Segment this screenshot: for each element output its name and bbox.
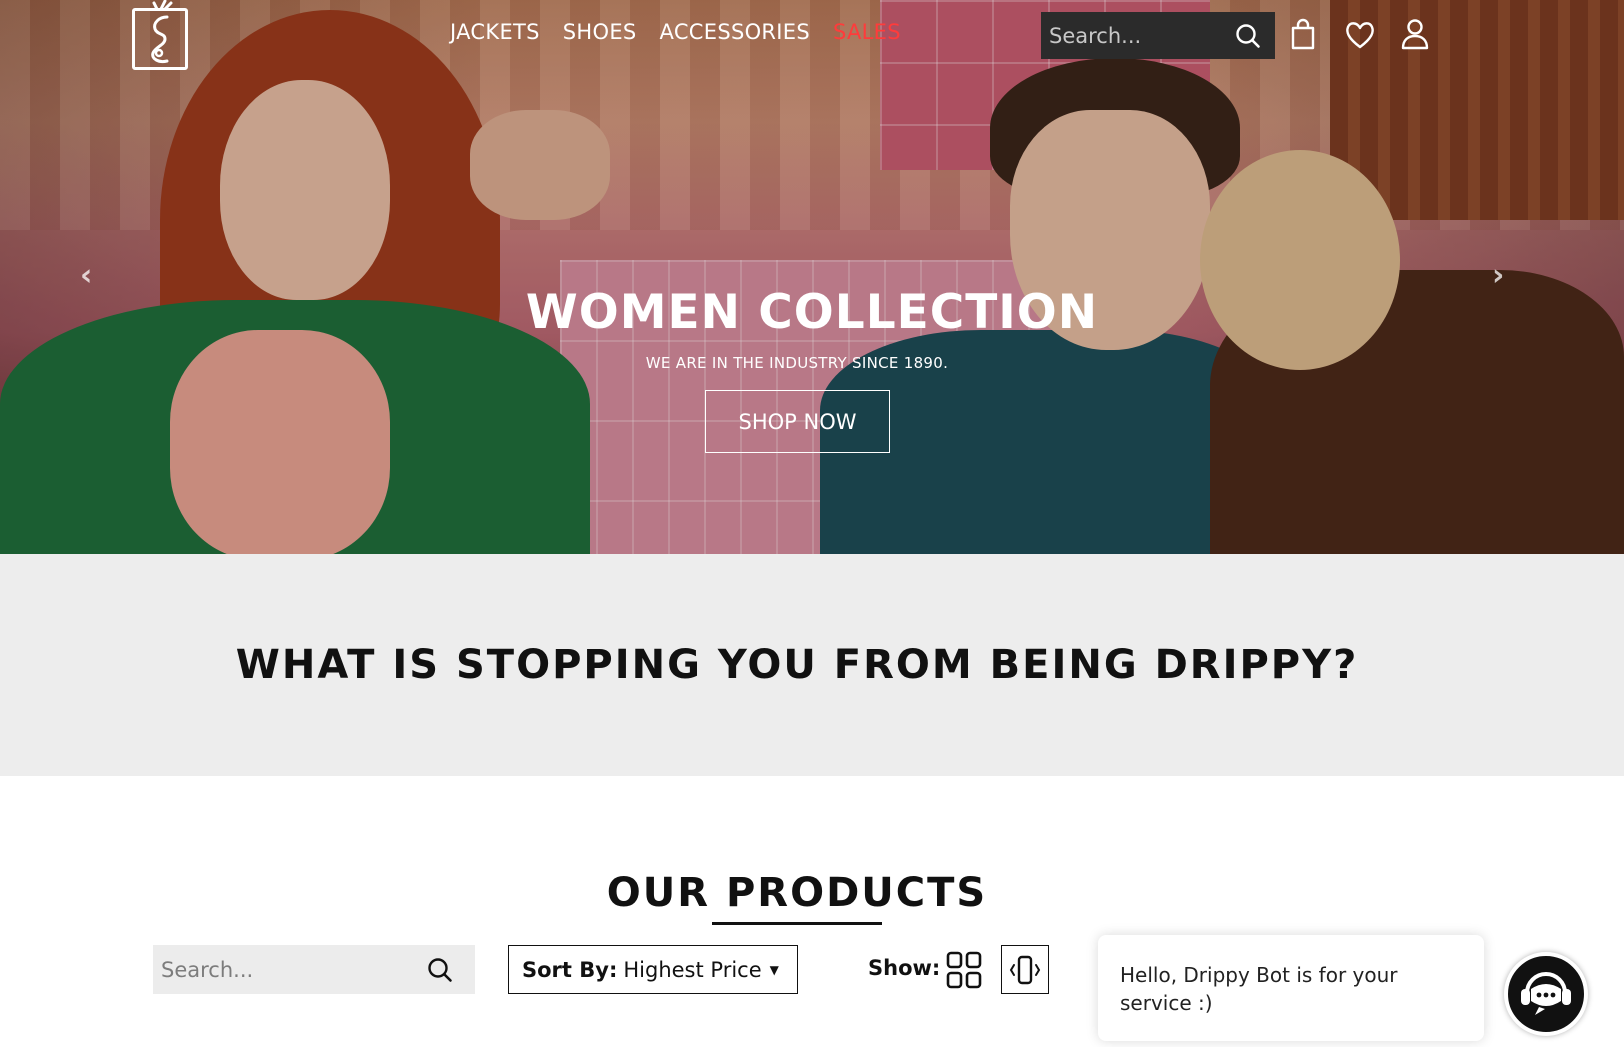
header-search — [1041, 12, 1275, 59]
nav-item-accessories[interactable]: ACCESSORIES — [660, 20, 810, 44]
sort-label: Sort By: — [522, 957, 618, 982]
banner-headline: WHAT IS STOPPING YOU FROM BEING DRIPPY? — [235, 642, 1359, 688]
heart-icon[interactable] — [1344, 20, 1376, 54]
nav-item-sales[interactable]: SALES — [833, 20, 901, 44]
tagline-banner: WHAT IS STOPPING YOU FROM BEING DRIPPY? — [0, 554, 1624, 776]
title-underline — [712, 922, 882, 925]
shopping-bag-icon[interactable] — [1290, 18, 1316, 54]
nav-item-jackets[interactable]: JACKETS — [450, 20, 540, 44]
brand-logo[interactable] — [132, 0, 188, 70]
product-search — [153, 945, 475, 994]
caret-down-icon: ▼ — [769, 962, 779, 977]
chat-greeting-bubble[interactable]: Hello, Drippy Bot is for your service :) — [1098, 935, 1484, 1041]
sort-dropdown[interactable]: Sort By: Highest Price ▼ — [508, 945, 798, 994]
hero-subtitle: WE ARE IN THE INDUSTRY SINCE 1890. — [645, 354, 949, 372]
single-view-button[interactable] — [1001, 945, 1049, 994]
chat-launcher-button[interactable] — [1504, 952, 1588, 1036]
search-icon[interactable] — [427, 957, 453, 987]
header-search-input[interactable] — [1049, 23, 1219, 48]
nav-item-shoes[interactable]: SHOES — [563, 20, 637, 44]
sort-value: Highest Price — [623, 957, 762, 982]
chat-support-icon — [1521, 972, 1571, 1015]
search-icon[interactable] — [1235, 23, 1261, 53]
show-label: Show: — [868, 956, 941, 980]
hero-title: WOMEN COLLECTION — [525, 285, 1099, 340]
product-search-input[interactable] — [161, 957, 411, 982]
grid-view-icon[interactable] — [946, 951, 982, 993]
hero-carousel: JACKETS SHOES ACCESSORIES SALES ‹ › WOME… — [0, 0, 1624, 554]
main-nav: JACKETS SHOES ACCESSORIES SALES — [450, 20, 901, 44]
deer-logo-icon — [151, 0, 173, 63]
hero-overlay — [0, 0, 1624, 554]
products-title: OUR PRODUCTS — [606, 870, 988, 916]
mobile-view-icon — [1009, 955, 1041, 984]
shop-now-button[interactable]: SHOP NOW — [705, 390, 890, 453]
user-icon[interactable] — [1400, 18, 1430, 54]
